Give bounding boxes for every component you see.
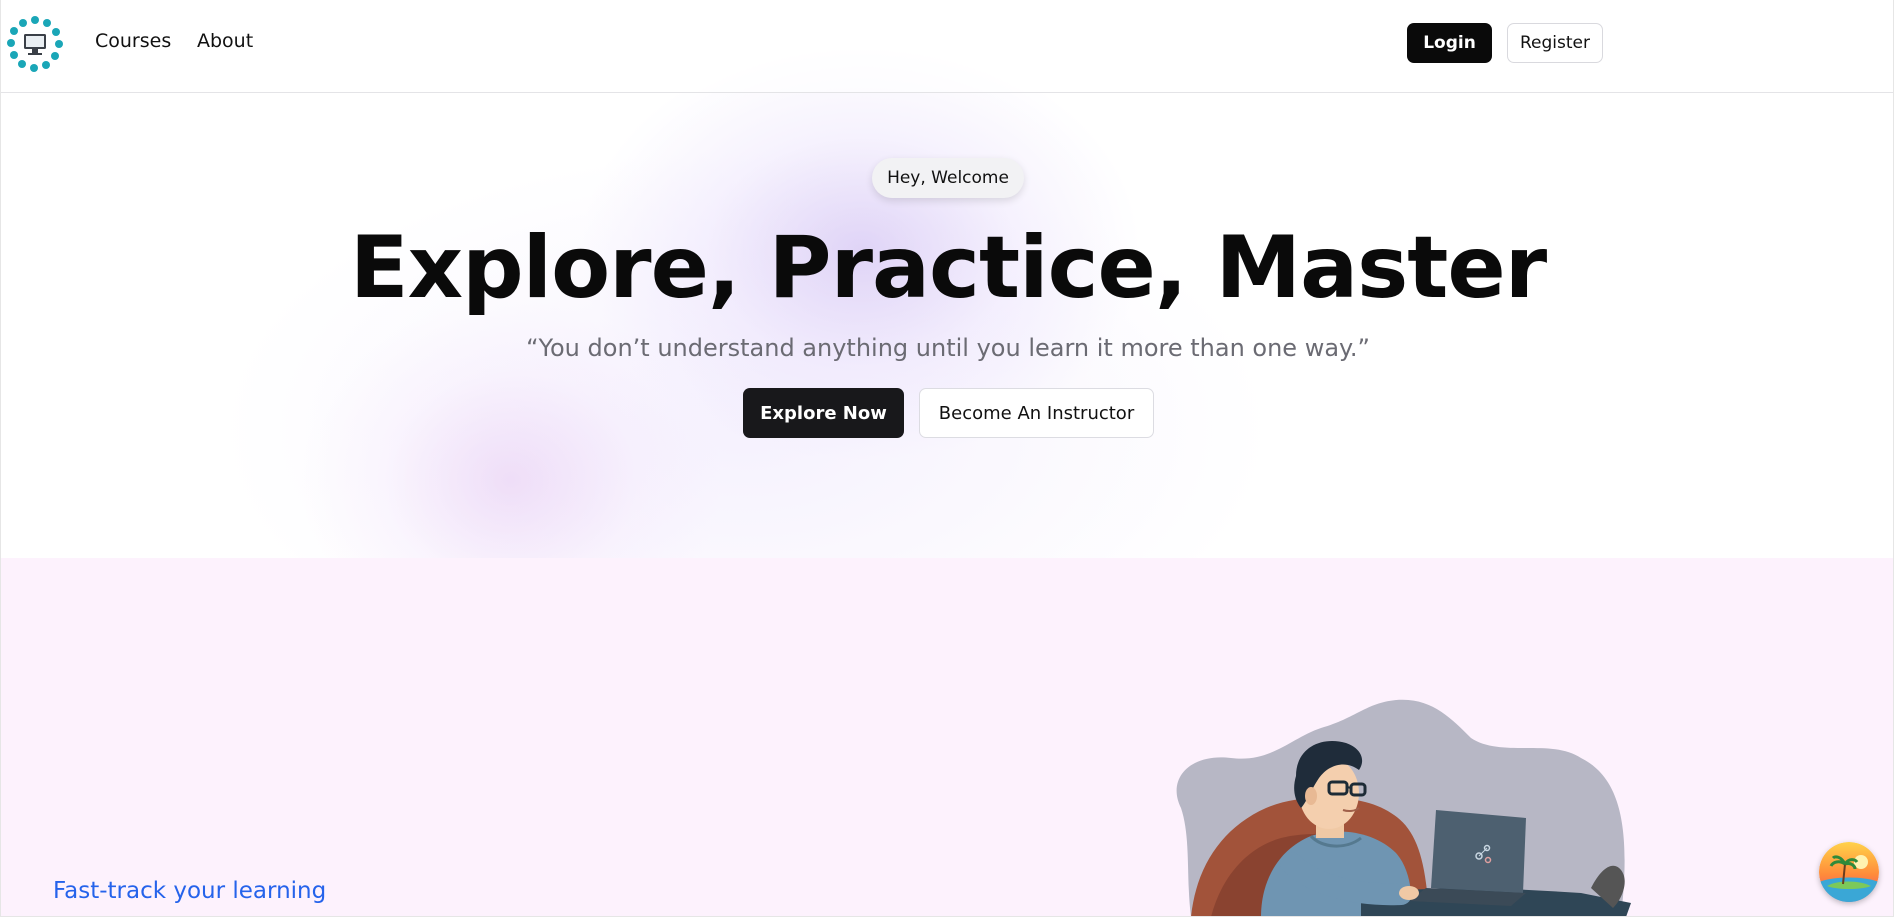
welcome-badge: Hey, Welcome (872, 158, 1024, 198)
top-navbar: Courses About Login Register (1, 0, 1893, 93)
page: Fast-track your learning Courses About L… (0, 0, 1894, 917)
login-button[interactable]: Login (1407, 23, 1492, 63)
hero-quote: “You don’t understand anything until you… (526, 334, 1370, 362)
become-instructor-button[interactable]: Become An Instructor (919, 388, 1154, 438)
tagline-link[interactable]: Fast-track your learning (53, 878, 326, 904)
nav-link-courses[interactable]: Courses (95, 30, 171, 52)
register-button[interactable]: Register (1507, 23, 1603, 63)
hero-section: Hey, Welcome Explore, Practice, Master “… (1, 94, 1893, 558)
page-title: Explore, Practice, Master (349, 218, 1547, 318)
island-sunset-icon[interactable] (1819, 842, 1879, 902)
explore-now-button[interactable]: Explore Now (743, 388, 904, 438)
nav-link-about[interactable]: About (197, 30, 253, 52)
lower-section: Fast-track your learning (1, 558, 1893, 916)
logo-icon[interactable] (5, 14, 65, 72)
person-with-laptop-illustration (1161, 698, 1651, 916)
